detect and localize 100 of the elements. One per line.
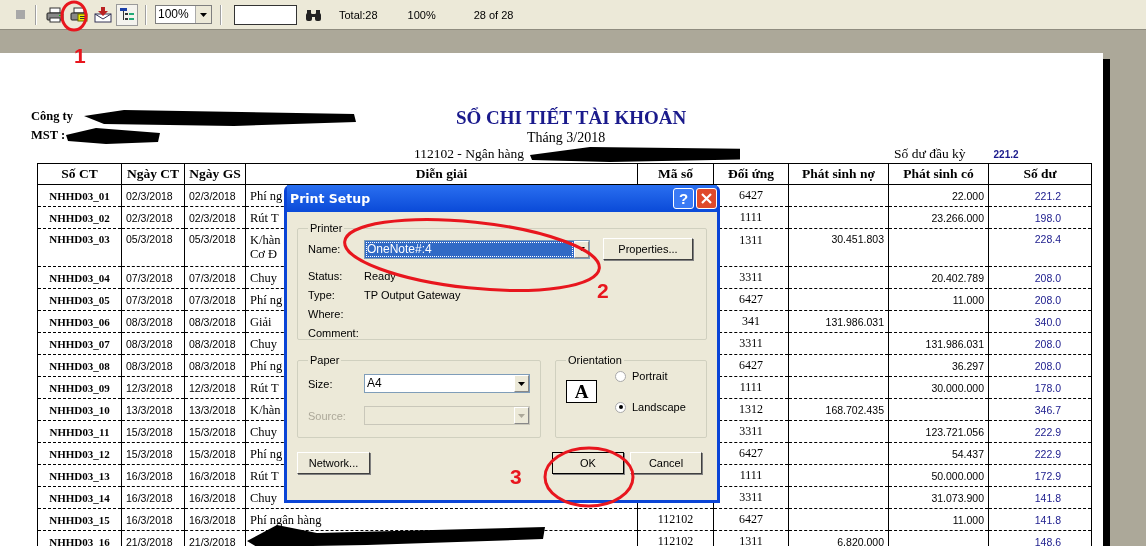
balance-cell: 208.0 — [1034, 271, 1061, 284]
zoom-dropdown[interactable]: 100% — [155, 5, 212, 24]
balance-cell: 208.0 — [1034, 359, 1061, 372]
field-label: Source: — [308, 409, 347, 422]
date-cell: 05/3/2018 — [126, 233, 173, 245]
date-cell: 08/3/2018 — [189, 359, 236, 372]
voucher-cell: NHHD03_14 — [49, 491, 110, 504]
printer-name-dropdown[interactable]: OneNote#:4 — [364, 239, 590, 259]
description-cell: Phí ng — [250, 292, 283, 307]
credit-cell: 11.000 — [952, 513, 984, 526]
date-cell: 02/3/2018 — [126, 189, 173, 202]
contra-account-cell: 6427 — [739, 446, 763, 460]
dropdown-arrow-icon — [200, 12, 207, 17]
contra-account-cell: 1111 — [739, 380, 763, 394]
description-cell: Phí ngân hàng — [250, 512, 322, 527]
balance-cell: 221.2 — [1034, 189, 1061, 202]
date-cell: 02/3/2018 — [189, 211, 236, 224]
voucher-cell: NHHD03_04 — [49, 271, 110, 284]
network-button[interactable]: Network... — [297, 452, 370, 474]
ok-button[interactable]: OK — [552, 452, 624, 474]
column-header: Diễn giải — [415, 166, 468, 181]
total-count: Total:28 — [339, 8, 378, 21]
column-header: Ngày GS — [189, 166, 241, 181]
balance-cell: 222.9 — [1034, 425, 1061, 438]
balance-cell: 208.0 — [1034, 337, 1061, 350]
contra-account-cell: 3311 — [739, 490, 763, 504]
cancel-button[interactable]: Cancel — [630, 452, 702, 474]
date-cell: 07/3/2018 — [189, 271, 236, 284]
contra-account-cell: 1311 — [739, 233, 763, 247]
date-cell: 21/3/2018 — [189, 535, 236, 546]
voucher-cell: NHHD03_06 — [49, 315, 110, 328]
page-count: 28 of 28 — [473, 8, 514, 21]
voucher-cell: NHHD03_03 — [49, 233, 110, 245]
date-cell: 07/3/2018 — [126, 271, 173, 284]
tax-id: MST : — [31, 128, 66, 143]
description-cell: Chuy — [250, 490, 278, 505]
balance-cell: 346.7 — [1034, 403, 1061, 416]
credit-cell: 123.721.056 — [925, 425, 984, 438]
dialog-title: Print Setup — [290, 191, 372, 206]
date-cell: 16/3/2018 — [189, 491, 236, 504]
date-cell: 08/3/2018 — [189, 337, 236, 350]
properties-button[interactable]: Properties... — [603, 238, 693, 260]
balance-cell: 228.4 — [1034, 233, 1061, 245]
credit-cell: 11.000 — [952, 293, 984, 306]
date-cell: 15/3/2018 — [189, 425, 236, 438]
debit-cell: 131.986.031 — [825, 315, 884, 328]
date-cell: 08/3/2018 — [126, 359, 173, 372]
column-header: Số CT — [61, 166, 98, 181]
contra-account-cell: 1111 — [739, 468, 763, 482]
report-period: Tháng 3/2018 — [527, 129, 606, 146]
voucher-cell: NHHD03_08 — [49, 359, 110, 372]
date-cell: 07/3/2018 — [189, 293, 236, 306]
group-label: Orientation — [567, 354, 623, 366]
dropdown-arrow-icon — [518, 413, 525, 418]
close-button[interactable] — [696, 188, 717, 209]
contra-account-cell: 3311 — [739, 424, 763, 438]
voucher-cell: NHHD03_09 — [49, 381, 110, 394]
search-field[interactable] — [234, 4, 297, 25]
credit-cell: 23.266.000 — [931, 211, 984, 224]
opening-balance-label: Số dư đầu kỳ — [894, 146, 966, 161]
date-cell: 12/3/2018 — [126, 381, 173, 394]
balance-cell: 148.6 — [1034, 535, 1061, 546]
date-cell: 05/3/2018 — [189, 233, 236, 245]
help-button[interactable]: ? — [673, 188, 694, 209]
description-cell: Rút T — [250, 210, 279, 225]
voucher-cell: NHHD03_15 — [49, 513, 110, 526]
group-label: Printer — [309, 222, 344, 234]
account-name: 112102 - Ngân hàng — [414, 146, 525, 161]
credit-cell: 131.986.031 — [925, 337, 984, 350]
date-cell: 15/3/2018 — [126, 447, 173, 460]
date-cell: 16/3/2018 — [126, 513, 173, 526]
balance-cell: 178.0 — [1034, 381, 1061, 394]
date-cell: 21/3/2018 — [126, 535, 173, 546]
orientation-radio[interactable]: Portrait — [615, 370, 686, 382]
date-cell: 15/3/2018 — [189, 447, 236, 460]
info-label: Status: — [308, 269, 344, 282]
voucher-cell: NHHD03_11 — [49, 425, 110, 438]
column-header: Số dư — [1023, 166, 1057, 181]
contra-account-cell: 3311 — [739, 270, 763, 284]
tree-view-icon[interactable] — [116, 3, 138, 26]
credit-cell: 54.437 — [951, 447, 984, 460]
info-value: Ready — [364, 269, 396, 282]
report-title: SỔ CHI TIẾT TÀI KHOẢN — [456, 107, 687, 129]
date-cell: 08/3/2018 — [189, 315, 236, 328]
description-cell: K/hàn Cơ Đ — [250, 233, 281, 261]
dropdown-arrow-icon — [518, 381, 525, 386]
column-header: Phát sinh nợ — [802, 166, 875, 181]
paper-size-dropdown[interactable]: A4 — [364, 374, 530, 393]
description-cell: Rút T — [250, 380, 279, 395]
account-cell: 112102 — [657, 534, 694, 546]
description-cell: K/hàn — [250, 402, 281, 417]
info-label: Comment: — [308, 326, 360, 339]
date-cell: 15/3/2018 — [126, 425, 173, 438]
info-label: Where: — [308, 307, 345, 320]
credit-cell: 30.000.000 — [931, 381, 984, 394]
description-cell: Chuy — [250, 424, 278, 439]
voucher-cell: NHHD03_01 — [49, 189, 110, 202]
orientation-radio[interactable]: Landscape — [615, 401, 686, 413]
contra-account-cell: 1311 — [739, 534, 763, 546]
find-icon[interactable] — [306, 8, 321, 21]
